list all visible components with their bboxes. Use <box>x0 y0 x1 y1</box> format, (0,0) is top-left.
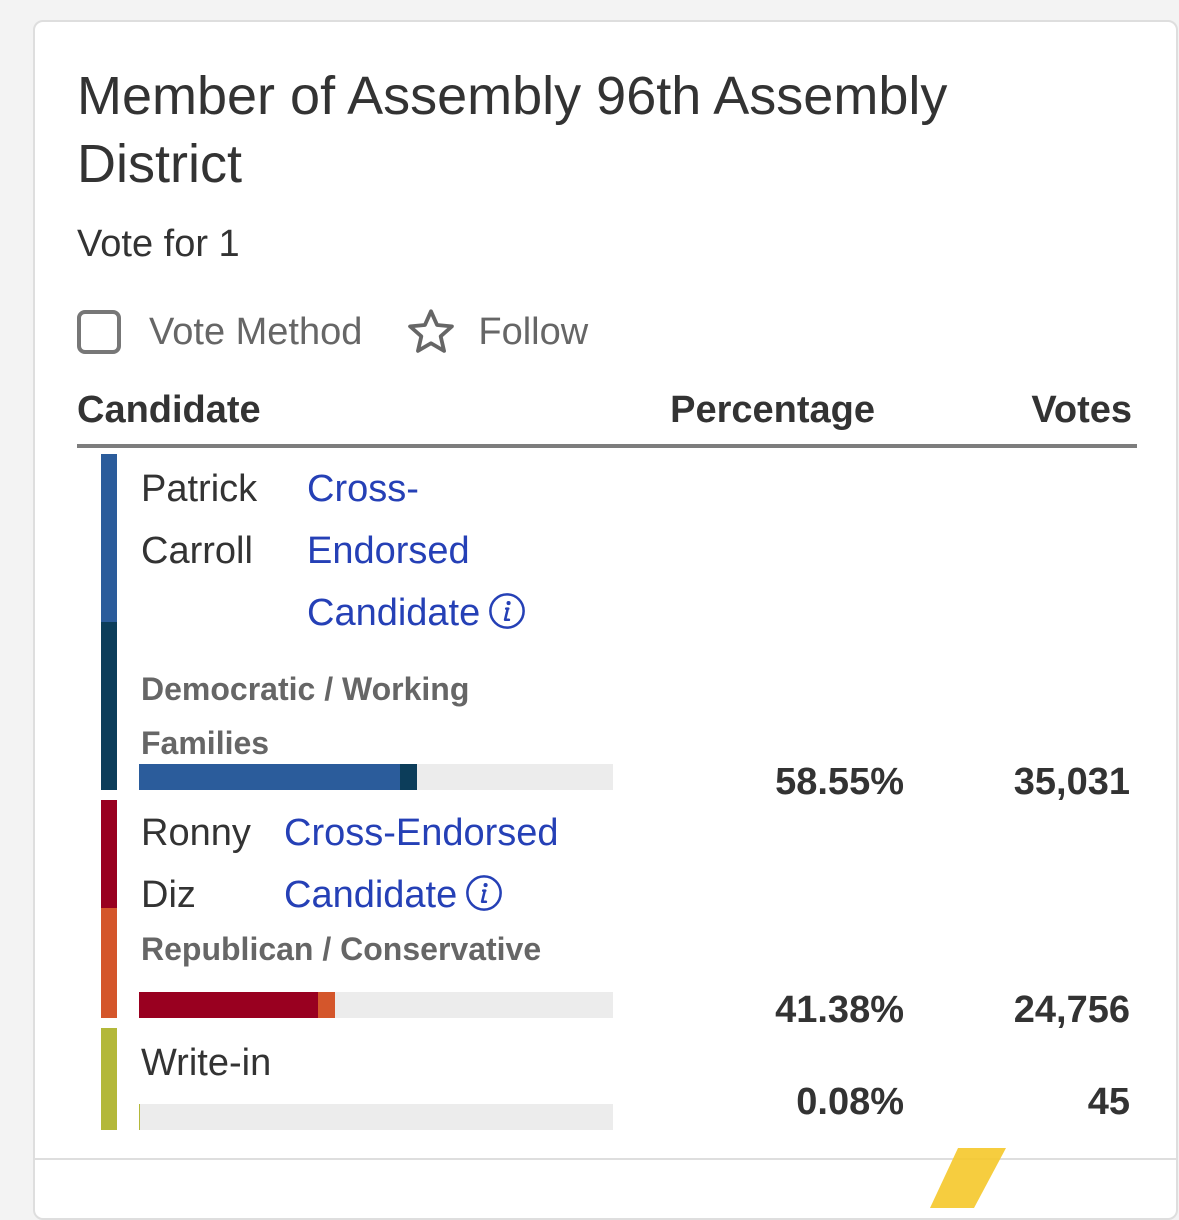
party-stripe-working-families <box>101 622 117 790</box>
contest-card: Member of Assembly 96th Assembly Distric… <box>33 20 1178 1220</box>
candidate-name-line: Diz <box>141 874 196 916</box>
cross-endorsed-link[interactable]: Candidate <box>307 582 526 644</box>
candidate-name-line: Patrick <box>141 468 258 510</box>
contest-toolbar: Vote Method Follow <box>77 302 588 362</box>
header-percentage: Percentage <box>670 389 875 431</box>
header-candidate: Candidate <box>77 389 261 431</box>
candidate-votes: 24,756 <box>1013 989 1130 1031</box>
candidate-percentage: 0.08% <box>796 1081 904 1123</box>
candidate-row: Write-in 0.08% 45 <box>101 1028 1137 1130</box>
candidate-name-line: Ronny <box>141 812 251 854</box>
cross-endorsed-link[interactable]: Cross- <box>307 458 419 520</box>
vote-share-fill <box>139 1104 140 1130</box>
follow-button[interactable]: Follow <box>478 311 588 354</box>
results-table-header: Candidate Percentage Votes <box>77 384 1137 448</box>
vote-share-fill <box>400 764 417 790</box>
cross-endorsed-link[interactable]: Endorsed <box>307 520 470 582</box>
candidate-name-line: Write-in <box>141 1042 272 1084</box>
vote-method-label[interactable]: Vote Method <box>149 311 362 354</box>
candidate-percentage: 41.38% <box>775 989 904 1031</box>
info-icon[interactable] <box>465 874 503 912</box>
candidate-row: Patrick Carroll Cross- Endorsed Candidat… <box>101 454 1137 803</box>
party-stripe-conservative <box>101 908 117 1018</box>
cross-endorsed-link[interactable]: Cross-Endorsed <box>284 802 559 864</box>
party-stripe-write-in <box>101 1028 117 1130</box>
vote-share-bar <box>139 992 613 1018</box>
party-affiliation: Republican / Conservative <box>141 931 542 967</box>
party-stripe-republican <box>101 800 117 908</box>
party-affiliation: Families <box>141 725 270 761</box>
candidate-name-line: Carroll <box>141 530 253 572</box>
header-votes: Votes <box>1031 389 1132 431</box>
vote-share-bar <box>139 764 613 790</box>
vote-share-bar <box>139 1104 613 1130</box>
cross-endorsed-link[interactable]: Candidate <box>284 864 503 926</box>
party-affiliation: Democratic / Working <box>141 671 470 707</box>
candidate-percentage: 58.55% <box>775 761 904 803</box>
highlight-mark <box>930 1148 1006 1208</box>
vote-method-checkbox[interactable] <box>77 310 121 354</box>
cross-endorsed-label[interactable]: Candidate <box>284 874 457 916</box>
cross-endorsed-label[interactable]: Candidate <box>307 592 480 634</box>
info-icon[interactable] <box>488 592 526 630</box>
star-outline-icon[interactable] <box>404 305 458 359</box>
contest-title: Member of Assembly 96th Assembly Distric… <box>77 66 948 194</box>
vote-share-fill <box>139 764 401 790</box>
vote-share-fill <box>318 992 336 1018</box>
candidate-votes: 35,031 <box>1013 761 1130 803</box>
vote-share-fill <box>139 992 319 1018</box>
candidate-row: Ronny Diz Cross-Endorsed Candidate Repub… <box>101 800 1137 1031</box>
vote-for-label: Vote for 1 <box>77 223 240 265</box>
party-stripe-democratic <box>101 454 117 622</box>
candidate-votes: 45 <box>1087 1081 1130 1123</box>
